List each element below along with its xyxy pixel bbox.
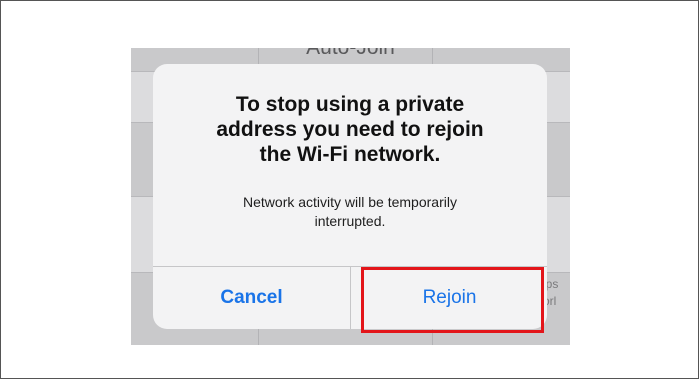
alert-message-line: Network activity will be temporarily [243,194,457,210]
alert-title-line: To stop using a private [235,93,465,116]
alert-message-line: interrupted. [314,213,386,229]
alert-message: Network activity will be temporarily int… [153,193,547,231]
background-header-text: Auto-Join [131,48,570,60]
cancel-button[interactable]: Cancel [153,267,350,329]
alert-title-line: address you need to rejoin [216,118,484,141]
alert-title-line: the Wi-Fi network. [259,143,441,166]
alert-title: To stop using a private address you need… [153,92,547,167]
rejoin-highlight-box [361,267,544,333]
